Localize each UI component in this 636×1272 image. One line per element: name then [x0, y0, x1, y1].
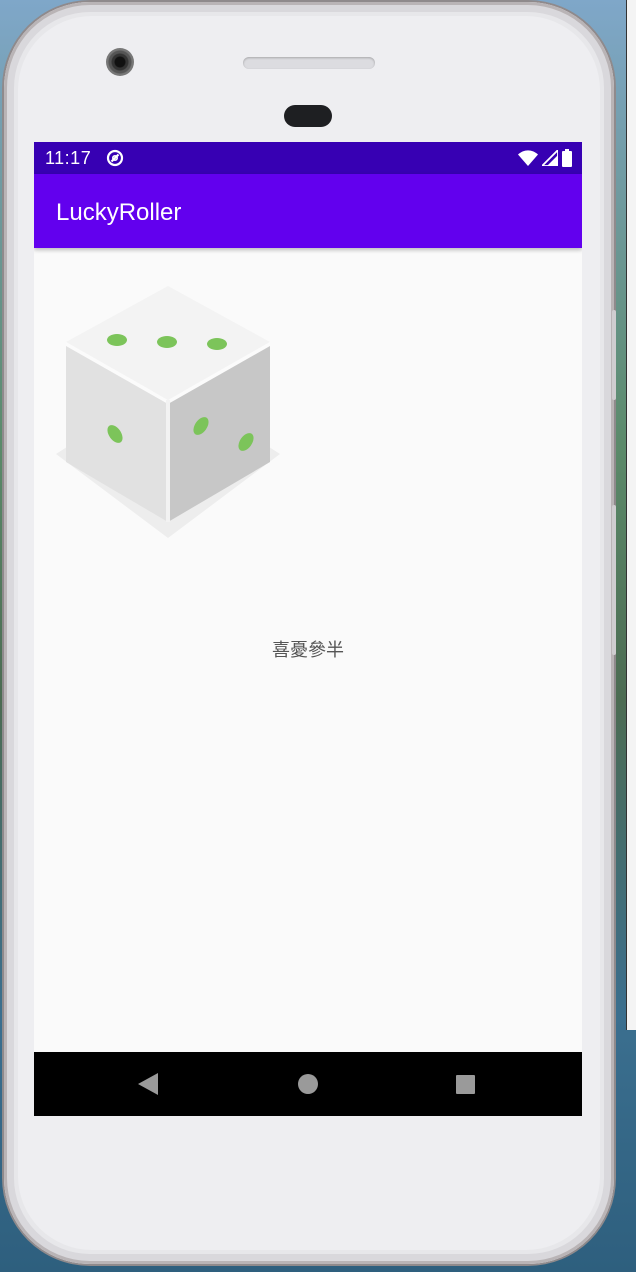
- wifi-icon: [518, 150, 538, 166]
- roll-result-text: 喜憂參半: [272, 640, 344, 661]
- battery-icon: [562, 149, 572, 167]
- device-screen: 11:17 LuckyRoller 喜憂參半: [34, 142, 582, 1116]
- status-bar: 11:17: [34, 142, 582, 174]
- app-bar: LuckyRoller: [34, 174, 582, 248]
- recents-icon[interactable]: [456, 1075, 475, 1094]
- home-icon[interactable]: [298, 1074, 318, 1094]
- phone-side-button: [612, 310, 616, 400]
- back-icon[interactable]: [138, 1073, 158, 1095]
- cellular-signal-icon: [542, 150, 558, 166]
- front-camera: [106, 48, 134, 76]
- earpiece-speaker: [243, 57, 375, 69]
- dnd-icon: [106, 149, 124, 167]
- status-time: 11:17: [45, 148, 92, 168]
- background-window-edge: [626, 0, 636, 1030]
- navigation-bar: [34, 1052, 582, 1116]
- dice-icon: [56, 286, 280, 538]
- status-icons: [518, 149, 572, 167]
- phone-volume-button: [612, 505, 616, 655]
- app-title: LuckyRoller: [56, 199, 182, 226]
- proximity-sensor: [284, 105, 332, 127]
